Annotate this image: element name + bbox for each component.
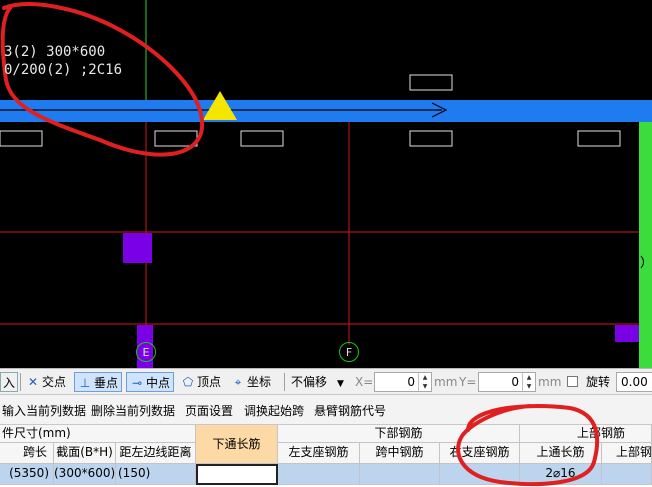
span-table: 件尺寸(mm) 下通长筋 下部钢筋 上部钢筋 跨长 截面(B*H) 距左边线距离… [0, 425, 652, 487]
y-unit: mm [538, 375, 562, 389]
vertex-button[interactable]: ⬠ 顶点 [181, 372, 221, 392]
x-spinner[interactable]: ▲ ▼ [418, 373, 431, 391]
column-header-midspan[interactable]: 跨中钢筋 [360, 443, 440, 464]
operations-bar: 输入当前列数据 删除当前列数据 页面设置 调换起始跨 悬臂钢筋代号 [0, 395, 652, 425]
rotate-checkbox[interactable] [567, 376, 578, 387]
x-unit: mm [434, 375, 458, 389]
axis-label-e[interactable]: E [136, 342, 156, 362]
label-box [409, 74, 453, 91]
perpendicular-icon: ⊥ [79, 376, 91, 390]
label-box [154, 130, 198, 147]
delete-column-data-button[interactable]: 删除当前列数据 [91, 402, 175, 419]
annotation-circle [0, 2, 205, 157]
cell-left-support[interactable] [278, 464, 360, 485]
x-input[interactable]: 0 ▲ ▼ [374, 372, 432, 392]
cell-section[interactable]: (300*600) [54, 464, 116, 485]
intersection-button[interactable]: ✕ 交点 [26, 372, 66, 392]
column-header-top-rebar[interactable]: 上部钢 [602, 443, 652, 464]
group-header-size: 件尺寸(mm) [0, 425, 196, 443]
rotate-label: 旋转 [586, 375, 611, 389]
cell-span-length[interactable]: (5350) [0, 464, 54, 485]
cell-bottom-through-active[interactable] [196, 464, 278, 485]
beam-label-line2: 0/200(2) ;2C16 [4, 62, 123, 78]
y-input[interactable]: 0 ▲ ▼ [478, 372, 536, 392]
column-header-offset[interactable]: 距左边线距离 [116, 443, 196, 464]
midpoint-label: 中点 [146, 376, 171, 390]
beam[interactable] [0, 100, 652, 122]
perpendicular-label: 垂点 [94, 376, 119, 390]
column-header-span-length[interactable]: 跨长 [0, 443, 54, 464]
axis-label-f[interactable]: F [339, 342, 359, 362]
insert-button[interactable]: 入 [0, 372, 19, 392]
cantilever-rebar-code-button[interactable]: 悬臂钢筋代号 [314, 402, 386, 419]
input-column-data-button[interactable]: 输入当前列数据 [2, 402, 86, 419]
coordinate-icon: ⌖ [234, 375, 242, 389]
beam-label-line1: 3(2) 300*600 [4, 44, 106, 60]
y-spinner[interactable]: ▲ ▼ [522, 373, 535, 391]
group-header-bottom: 下部钢筋 [278, 425, 520, 443]
label-box [240, 130, 284, 147]
group-header-top: 上部钢筋 [520, 425, 652, 443]
coordinate-button[interactable]: ⌖ 坐标 [231, 372, 271, 392]
column-header-right-support[interactable]: 右支座钢筋 [440, 443, 520, 464]
cell-midspan[interactable] [360, 464, 440, 485]
x-label: X= [355, 375, 374, 389]
column-green[interactable] [639, 122, 652, 368]
toolbar-separator [20, 373, 21, 391]
cell-top-rebar[interactable] [602, 464, 652, 485]
column[interactable] [123, 233, 152, 263]
y-label: Y= [459, 375, 477, 389]
perpendicular-button[interactable]: ⊥ 垂点 [74, 372, 123, 392]
intersection-label: 交点 [42, 375, 67, 389]
page-setup-button[interactable]: 页面设置 [185, 402, 233, 419]
midpoint-button[interactable]: ⊸ 中点 [126, 372, 175, 392]
snap-toolbar: 入 ✕ 交点 ⊥ 垂点 ⊸ 中点 ⬠ 顶点 ⌖ 坐标 不偏移 ▼ X= 0 ▲ ▼ mm Y= … [0, 368, 652, 395]
cell-offset[interactable]: (150) [116, 464, 196, 485]
rotate-input[interactable]: 0.00 [616, 372, 652, 392]
column-header-left-support[interactable]: 左支座钢筋 [278, 443, 360, 464]
column-header-bottom-through[interactable]: 下通长筋 [196, 425, 278, 464]
label-box [409, 130, 453, 147]
cell-top-through[interactable]: 2⌀16 [520, 464, 602, 485]
column-header-section[interactable]: 截面(B*H) [54, 443, 116, 464]
label-box [577, 130, 621, 147]
vertex-icon: ⬠ [182, 375, 194, 389]
coordinate-label: 坐标 [247, 375, 272, 389]
label-box [0, 130, 43, 147]
swap-start-span-button[interactable]: 调换起始跨 [244, 402, 304, 419]
cell-right-support[interactable] [440, 464, 520, 485]
toolbar-separator [284, 373, 285, 391]
cad-canvas[interactable]: 3(2) 300*600 0/200(2) ;2C16 E F [0, 0, 652, 368]
vertex-label: 顶点 [197, 375, 222, 389]
column-header-top-through[interactable]: 上通长筋 [520, 443, 602, 464]
intersection-icon: ✕ [27, 375, 39, 389]
midpoint-icon: ⊸ [131, 376, 143, 390]
dropdown-arrow-icon: ▼ [337, 379, 344, 389]
offset-select[interactable]: 不偏移 ▼ [291, 372, 344, 392]
